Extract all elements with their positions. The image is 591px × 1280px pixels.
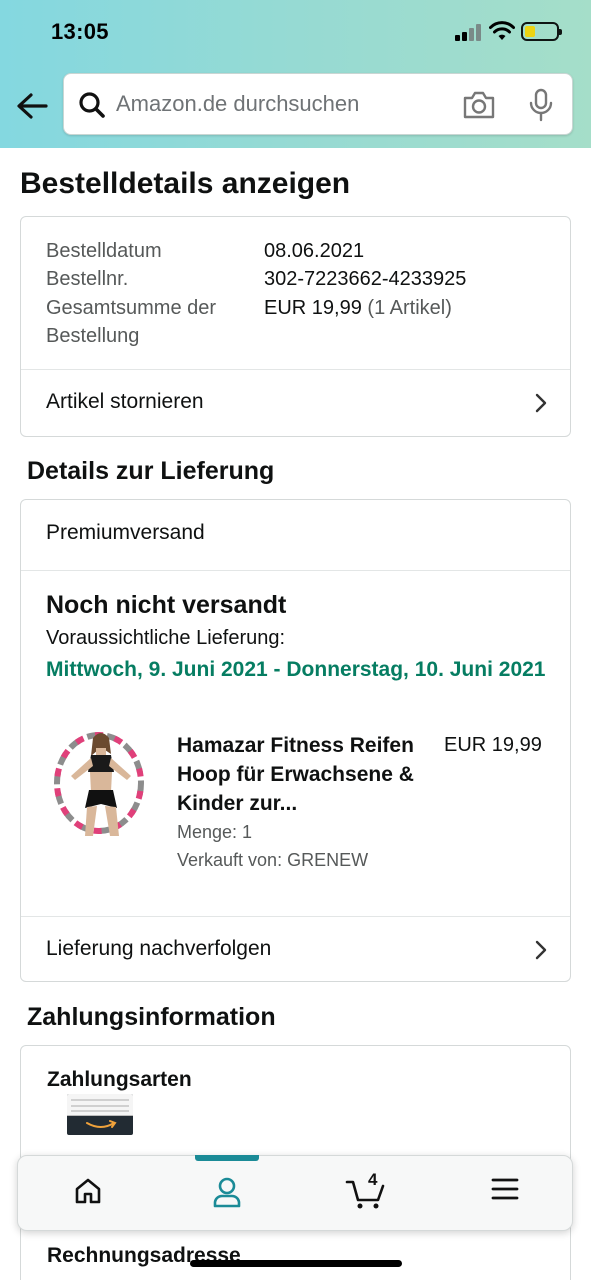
order-item-count: (1 Artikel) (367, 297, 452, 319)
divider (21, 570, 570, 571)
wifi-icon (489, 21, 515, 40)
product-quantity: Menge: 1 (177, 822, 253, 842)
home-indicator[interactable] (190, 1260, 402, 1267)
shipment-status: Noch nicht versandt (46, 591, 287, 619)
order-date-label: Bestelldatum (46, 240, 162, 262)
payment-methods-label: Zahlungsarten (47, 1068, 192, 1091)
order-total-value: EUR 19,99 (264, 297, 362, 319)
search-bar[interactable] (63, 73, 573, 135)
order-date-value: 08.06.2021 (264, 240, 365, 262)
chevron-right-icon (535, 940, 547, 960)
delivery-card: Premiumversand Noch nicht versandt Vorau… (20, 499, 571, 982)
cart-icon (345, 1180, 384, 1209)
track-delivery-row[interactable]: Lieferung nachverfolgen (21, 917, 570, 983)
camera-icon[interactable] (462, 90, 496, 120)
search-icon[interactable] (78, 91, 106, 119)
product-seller: Verkauft von: GRENEW (177, 850, 369, 870)
order-number-value: 302-7223662-4233925 (264, 268, 467, 290)
nav-cart[interactable]: 4 (296, 1156, 435, 1232)
estimated-delivery-date: Mittwoch, 9. Juni 2021 - Donnerstag, 10.… (46, 658, 546, 681)
cellular-signal-icon (455, 23, 483, 41)
nav-menu[interactable] (435, 1156, 574, 1232)
cancel-items-row[interactable]: Artikel stornieren (21, 370, 570, 436)
battery-icon (521, 22, 562, 41)
home-icon (75, 1178, 100, 1204)
track-delivery-label: Lieferung nachverfolgen (46, 937, 272, 960)
product-title-link[interactable]: Hamazar Fitness Reifen Hoop für Erwachse… (177, 731, 427, 818)
status-time: 13:05 (51, 19, 109, 44)
order-total-label: Gesamtsumme der Bestellung (46, 297, 217, 347)
order-summary-card: Bestelldatum 08.06.2021 Bestellnr. 302-7… (20, 216, 571, 437)
product-price: EUR 19,99 (444, 734, 542, 756)
chevron-right-icon (535, 393, 547, 413)
app-header: 13:05 (0, 0, 591, 148)
status-bar: 13:05 (0, 0, 591, 64)
nav-home[interactable] (18, 1156, 157, 1232)
menu-icon (491, 1178, 518, 1200)
cancel-items-label: Artikel stornieren (46, 390, 204, 413)
order-total: EUR 19,99 (1 Artikel) (264, 294, 452, 322)
cart-count-badge: 4 (368, 1170, 378, 1189)
search-input[interactable] (116, 74, 446, 134)
delivery-section-title: Details zur Lieferung (27, 457, 275, 485)
nav-account[interactable] (157, 1156, 296, 1232)
account-icon (213, 1177, 240, 1208)
product-image[interactable] (51, 728, 151, 843)
order-number-label: Bestellnr. (46, 268, 129, 290)
microphone-icon[interactable] (528, 88, 554, 122)
back-arrow-icon[interactable] (14, 90, 50, 122)
bottom-navigation: 4 (17, 1155, 573, 1231)
estimate-label: Voraussichtliche Lieferung: (46, 627, 286, 649)
payment-section-title: Zahlungsinformation (27, 1003, 276, 1031)
shipping-method: Premiumversand (46, 521, 205, 544)
payment-card-icon (67, 1094, 133, 1135)
page-title: Bestelldetails anzeigen (20, 167, 351, 200)
